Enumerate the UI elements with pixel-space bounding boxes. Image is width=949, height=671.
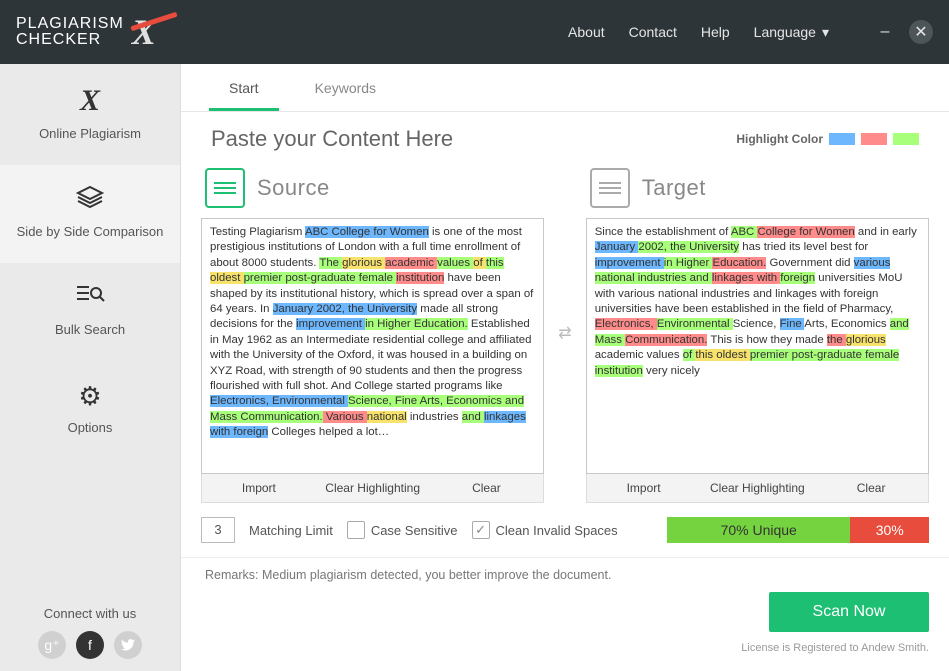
nav-language[interactable]: Language ▾ [754,24,829,41]
scan-now-button[interactable]: Scan Now [769,592,929,632]
sidebar: X Online Plagiarism Side by Side Compari… [0,64,181,671]
target-import-button[interactable]: Import [587,474,701,502]
sidebar-item-online[interactable]: X Online Plagiarism [0,64,180,165]
checkbox-checked-icon: ✓ [472,521,490,539]
google-plus-icon[interactable]: g⁺ [38,631,66,659]
sidebar-item-label: Online Plagiarism [39,126,141,141]
connect-block: Connect with us g⁺ f [0,594,180,671]
tab-start[interactable]: Start [221,66,267,110]
logo-top: PLAGIARISM [16,16,124,32]
app-logo: PLAGIARISM CHECKER X [16,11,157,53]
source-title: Source [257,175,330,201]
target-icon [590,168,630,208]
app-header: PLAGIARISM CHECKER X About Contact Help … [0,0,949,64]
highlight-label: Highlight Color [736,132,823,146]
swatch-green [893,133,919,145]
target-clear-button[interactable]: Clear [814,474,928,502]
logo-bottom: CHECKER [16,32,124,48]
tabs: Start Keywords [181,64,949,112]
close-button[interactable]: ✕ [909,20,933,44]
logo-x-icon: X [132,11,157,53]
chevron-down-icon: ▾ [822,24,829,41]
header-nav: About Contact Help Language ▾ – ✕ [568,20,933,44]
x-icon: X [8,84,172,118]
duplicate-percent: 30% [850,517,929,543]
license-text: License is Registered to Andew Smith. [181,638,949,662]
target-panel: Target Since the establishment of ABC Co… [586,162,929,503]
checkbox-icon [347,521,365,539]
sidebar-item-options[interactable]: ⚙ Options [0,361,180,459]
layers-icon [8,185,172,216]
target-textbox[interactable]: Since the establishment of ABC College f… [586,218,929,474]
swap-icon[interactable]: ⇄ [556,323,573,343]
sidebar-item-label: Bulk Search [55,322,125,337]
tab-keywords[interactable]: Keywords [307,66,384,110]
main-area: Start Keywords Paste your Content Here H… [181,64,949,671]
source-icon [205,168,245,208]
gear-icon: ⚙ [8,381,172,412]
unique-bar: 70% Unique 30% [667,517,929,543]
list-search-icon [8,283,172,314]
facebook-icon[interactable]: f [76,631,104,659]
source-clear-button[interactable]: Clear [430,474,544,502]
matching-limit-label: Matching Limit [249,523,333,538]
highlight-legend: Highlight Color [736,132,919,146]
target-clear-hl-button[interactable]: Clear Highlighting [700,474,814,502]
swatch-blue [829,133,855,145]
nav-language-label: Language [754,24,816,40]
connect-label: Connect with us [0,606,180,621]
remarks-text: Remarks: Medium plagiarism detected, you… [181,557,949,592]
nav-contact[interactable]: Contact [629,24,677,40]
sidebar-item-side-by-side[interactable]: Side by Side Comparison [0,165,180,263]
case-sensitive-checkbox[interactable]: Case Sensitive [347,521,458,539]
nav-help[interactable]: Help [701,24,730,40]
sidebar-item-label: Options [68,420,113,435]
source-clear-hl-button[interactable]: Clear Highlighting [316,474,430,502]
source-textbox[interactable]: Testing Plagiarism ABC College for Women… [201,218,544,474]
sidebar-item-label: Side by Side Comparison [17,224,164,239]
sidebar-item-bulk[interactable]: Bulk Search [0,263,180,361]
page-title: Paste your Content Here [211,126,453,152]
matching-limit-input[interactable]: 3 [201,517,235,543]
minimize-button[interactable]: – [873,20,897,44]
clean-spaces-checkbox[interactable]: ✓ Clean Invalid Spaces [472,521,618,539]
source-panel: Source Testing Plagiarism ABC College fo… [201,162,544,503]
target-title: Target [642,175,706,201]
swatch-red [861,133,887,145]
options-row: 3 Matching Limit Case Sensitive ✓ Clean … [181,503,949,551]
unique-percent: 70% Unique [667,517,850,543]
nav-about[interactable]: About [568,24,605,40]
twitter-icon[interactable] [114,631,142,659]
source-import-button[interactable]: Import [202,474,316,502]
